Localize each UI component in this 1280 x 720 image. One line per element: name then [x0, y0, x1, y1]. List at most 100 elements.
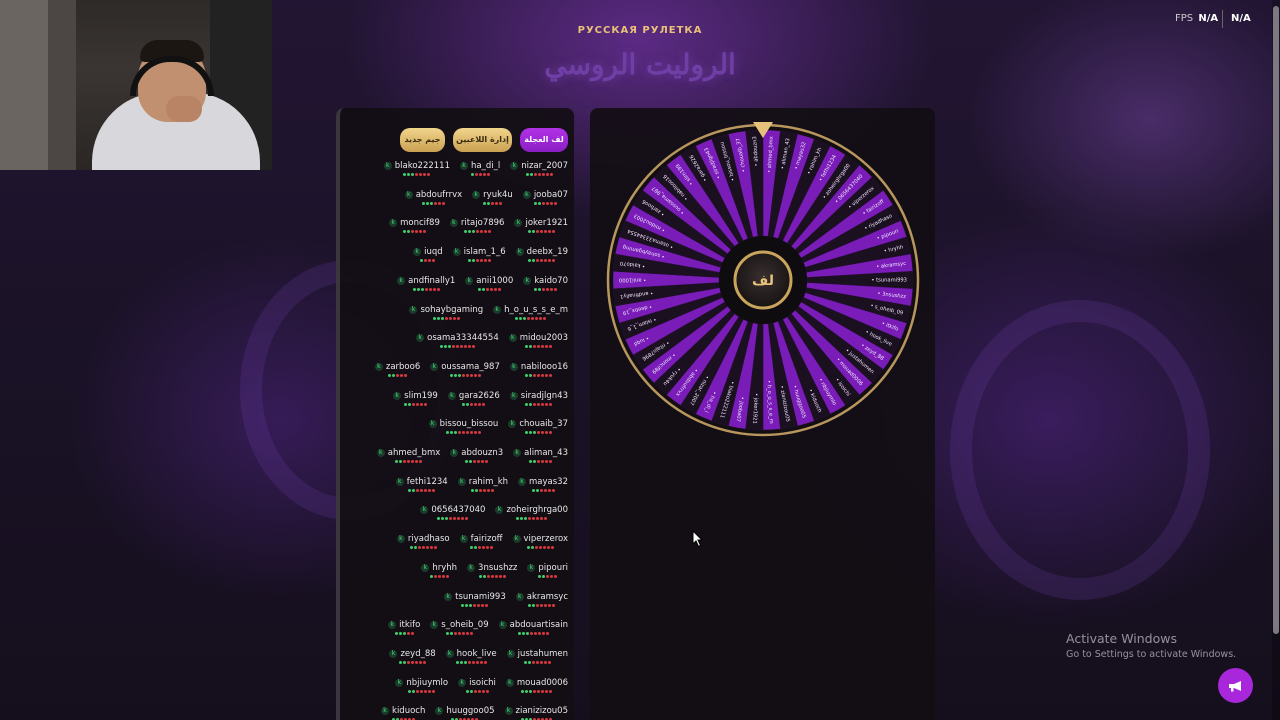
player-row: k hryhh k 3nsushzz k pipouri	[356, 563, 568, 583]
player-entry[interactable]: k itkifo	[388, 620, 420, 640]
player-lives	[463, 230, 491, 234]
player-status-icon: k	[514, 219, 523, 228]
player-entry[interactable]: k abdouzn3	[450, 448, 503, 468]
player-row: k andfinally1 k anii1000 k kaido70	[356, 276, 568, 296]
streamer-hand	[166, 96, 202, 122]
new-game-button[interactable]: جيم جديد	[400, 128, 445, 152]
player-entry[interactable]: k zarboo6	[374, 362, 420, 382]
player-entry[interactable]: k deebx_19	[515, 247, 568, 267]
player-entry[interactable]: k bissou_bissou	[428, 419, 498, 439]
player-entry[interactable]: k fairizoff	[459, 534, 503, 554]
player-name: k nizar_2007	[510, 161, 568, 172]
player-entry[interactable]: k gara2626	[447, 391, 500, 411]
player-entry[interactable]: k iuqd	[413, 247, 443, 267]
player-entry[interactable]: k hook_live	[445, 649, 497, 669]
manage-players-button[interactable]: إدارة اللاعبين	[453, 128, 512, 152]
player-entry[interactable]: k zoheirghrga00	[495, 505, 568, 525]
player-entry[interactable]: k slim199	[393, 391, 438, 411]
player-entry[interactable]: k huuggoo05	[435, 706, 495, 720]
spin-wheel-button[interactable]: لف العجلة	[520, 128, 568, 152]
player-entry[interactable]: k mayas32	[518, 477, 568, 497]
scrollbar-thumb[interactable]	[1273, 6, 1279, 634]
player-entry[interactable]: k hryhh	[421, 563, 457, 583]
player-entry[interactable]: k anii1000	[465, 276, 513, 296]
player-entry[interactable]: k ryuk4u	[472, 190, 513, 210]
player-entry[interactable]: k s_oheib_09	[430, 620, 489, 640]
player-lives	[534, 287, 558, 291]
player-lives	[525, 173, 553, 176]
player-status-icon: k	[416, 334, 425, 343]
player-status-icon: k	[467, 563, 476, 572]
player-entry[interactable]: k isoichi	[458, 678, 496, 698]
player-lives	[524, 431, 552, 435]
player-entry[interactable]: k jooba07	[522, 190, 568, 210]
player-name: k 0656437040	[420, 505, 485, 516]
player-entry[interactable]: k ahmed_bmx	[376, 448, 440, 468]
player-status-icon: k	[447, 391, 456, 400]
player-entry[interactable]: k osama33344554	[416, 333, 499, 353]
player-entry[interactable]: k zianizizou05	[504, 706, 568, 720]
player-lives	[482, 201, 502, 205]
player-entry[interactable]: k midou2003	[508, 333, 568, 353]
player-entry[interactable]: k sohaybgaming	[409, 305, 483, 325]
player-entry[interactable]: k oussama_987	[430, 362, 500, 382]
player-lives	[467, 259, 491, 263]
player-entry[interactable]: k nabilooo16	[509, 362, 568, 382]
player-status-icon: k	[509, 391, 518, 400]
player-entry[interactable]: k h_o_u_s_s_e_m	[493, 305, 568, 325]
player-status-icon: k	[376, 449, 385, 457]
player-name: k pipouri	[527, 563, 568, 574]
player-entry[interactable]: k kaido70	[523, 276, 568, 296]
player-entry[interactable]: k akramsyc	[515, 592, 568, 612]
activate-subtitle: Go to Settings to activate Windows.	[1066, 649, 1237, 660]
player-name: k h_o_u_s_s_e_m	[493, 305, 568, 316]
game-subtitle: РУССКАЯ РУЛЕТКА	[577, 25, 703, 36]
player-lives	[403, 230, 426, 234]
player-name: k midou2003	[508, 333, 568, 344]
player-entry[interactable]: k mouad0006	[505, 678, 568, 698]
player-entry[interactable]: k zeyd_88	[389, 649, 436, 669]
player-entry[interactable]: k kiduoch	[381, 706, 425, 720]
player-status-icon: k	[430, 362, 439, 371]
player-entry[interactable]: k aliman_43	[513, 448, 568, 468]
player-lives	[388, 373, 408, 377]
player-name: k anii1000	[465, 276, 513, 287]
player-name: k hook_live	[445, 649, 497, 660]
player-entry[interactable]: k chouaib_37	[508, 419, 568, 439]
player-entry[interactable]: k nizar_2007	[510, 161, 568, 181]
floating-action-button[interactable]	[1218, 668, 1253, 703]
player-entry[interactable]: k ritajo7896	[449, 218, 504, 238]
player-entry[interactable]: k justahumen	[506, 649, 568, 669]
player-name: k mouad0006	[505, 678, 568, 689]
player-name: k justahumen	[506, 649, 568, 660]
player-lives	[399, 660, 427, 664]
player-row: k slim199 k gara2626 k siradjlgn43	[356, 391, 568, 411]
player-entry[interactable]: k viperzerox	[512, 534, 568, 554]
player-entry[interactable]: k abdouartisain	[498, 620, 568, 640]
player-entry[interactable]: k islam_1_6	[452, 247, 506, 267]
player-row: k ahmed_bmx k abdouzn3 k aliman_43	[356, 448, 568, 468]
player-entry[interactable]: k siradjlgn43	[509, 391, 568, 411]
player-lives	[462, 402, 486, 406]
player-entry[interactable]: k tsunami993	[444, 592, 506, 612]
megaphone-icon	[1228, 680, 1241, 691]
player-entry[interactable]: k nbjiuymlo	[395, 678, 448, 698]
player-entry[interactable]: k riyadhaso	[396, 534, 450, 554]
player-name: k viperzerox	[512, 534, 568, 545]
player-name: k zeyd_88	[389, 649, 436, 660]
player-entry[interactable]: k abdoufrrvx	[404, 190, 462, 210]
player-entry[interactable]: k moncif89	[389, 218, 440, 238]
player-entry[interactable]: k 3nsushzz	[467, 563, 517, 583]
player-entry[interactable]: k ha_di_l	[459, 161, 500, 181]
fps-chip[interactable]: N/A	[1222, 10, 1270, 28]
player-entry[interactable]: k andfinally1	[397, 276, 455, 296]
player-entry[interactable]: k rahim_kh	[457, 477, 508, 497]
player-entry[interactable]: k pipouri	[527, 563, 568, 583]
player-entry[interactable]: k blako222111	[383, 161, 450, 181]
player-name: k ryuk4u	[472, 190, 513, 201]
player-entry[interactable]: k joker1921	[514, 218, 568, 238]
player-status-icon: k	[381, 707, 390, 716]
player-entry[interactable]: k fethi1234	[395, 477, 448, 497]
player-lives	[465, 689, 489, 693]
player-entry[interactable]: k 0656437040	[420, 505, 485, 525]
